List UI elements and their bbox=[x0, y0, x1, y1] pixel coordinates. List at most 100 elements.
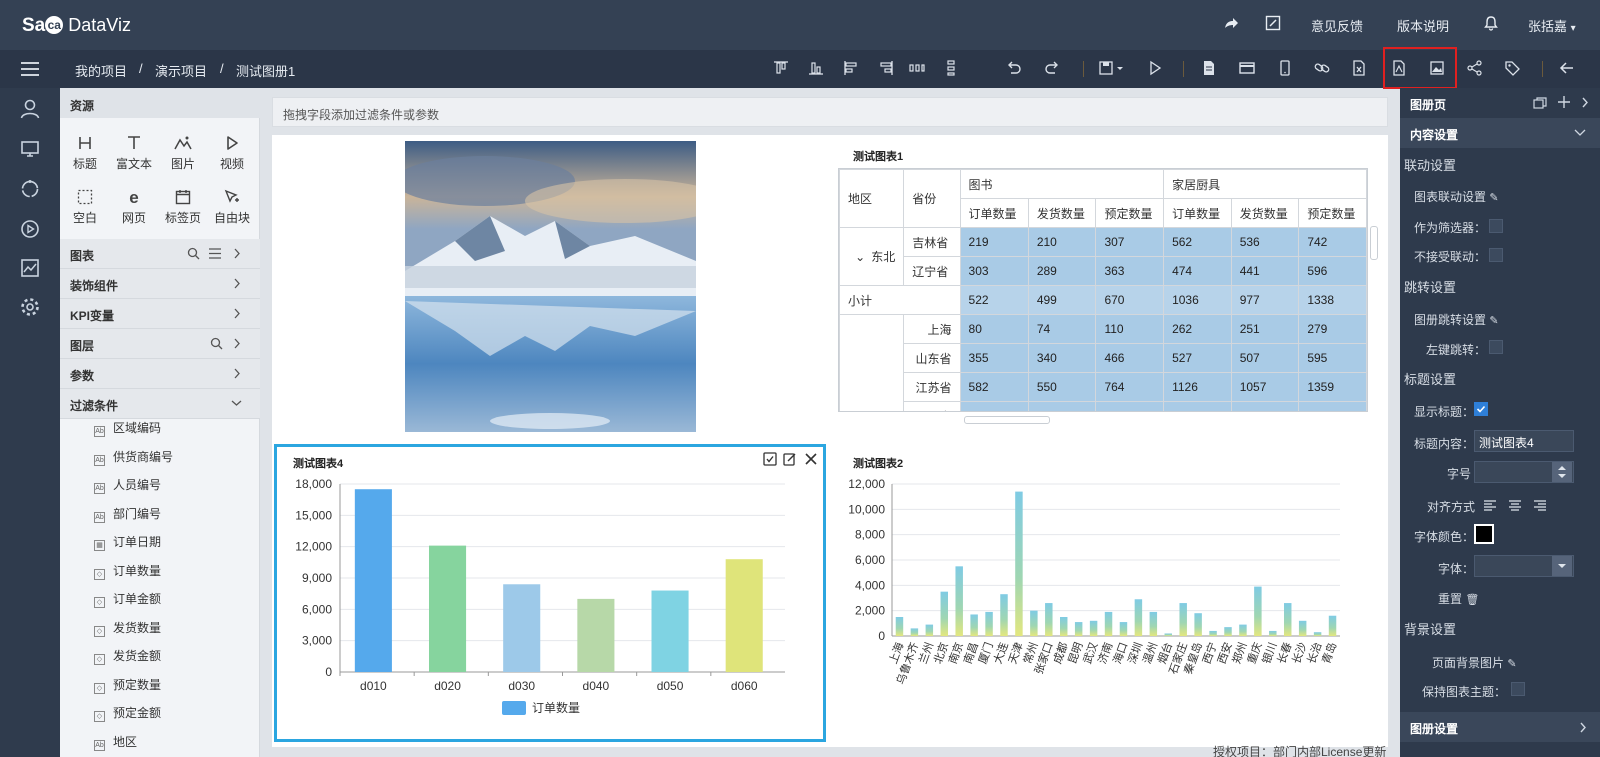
align-top-icon[interactable] bbox=[772, 59, 792, 79]
table-row: 山东省 355 340 466 527 507 595 bbox=[840, 343, 1367, 373]
book-settings-header[interactable]: 图册设置 bbox=[1400, 712, 1600, 742]
checkbox-icon[interactable] bbox=[763, 452, 777, 466]
save-dropdown-icon[interactable] bbox=[1098, 59, 1130, 79]
refresh-cycle-icon[interactable] bbox=[19, 178, 41, 200]
version-notes-link[interactable]: 版本说明 bbox=[1397, 16, 1449, 35]
user-icon[interactable] bbox=[19, 98, 41, 120]
filter-field-item[interactable]: ◇ 发货数量 bbox=[94, 619, 161, 639]
filter-field-item[interactable]: Ab 部门编号 bbox=[94, 505, 161, 525]
book-jump-settings[interactable]: 图册跳转设置 ✎ bbox=[1414, 311, 1499, 328]
search-icon[interactable] bbox=[187, 247, 200, 260]
tool-tab-page[interactable]: 标签页 bbox=[163, 188, 203, 226]
tool-web-page[interactable]: e 网页 bbox=[114, 188, 154, 226]
link-icon[interactable] bbox=[1313, 59, 1333, 79]
tool-image[interactable]: 图片 bbox=[163, 134, 203, 172]
filter-field-item[interactable]: Ab 地区 bbox=[94, 733, 137, 753]
header-group-books: 图书 bbox=[959, 169, 1165, 199]
breadcrumb-project[interactable]: 演示项目 bbox=[155, 61, 207, 80]
title-content-input[interactable]: 测试图表4 bbox=[1474, 430, 1574, 452]
filter-field-item[interactable]: ◇ 订单金额 bbox=[94, 590, 161, 610]
section-filter[interactable]: 过滤条件 bbox=[60, 389, 260, 419]
region-cell-northeast[interactable]: ⌄ 东北 bbox=[839, 227, 905, 286]
share-arrow-icon[interactable] bbox=[1222, 14, 1242, 34]
add-icon[interactable] bbox=[1557, 95, 1571, 109]
bar-chart-4[interactable]: 0 3,000 6,000 9,000 12,000 15,000 18,000 d010 d0… bbox=[290, 478, 810, 738]
back-arrow-icon[interactable] bbox=[1558, 59, 1578, 79]
filter-field-item[interactable]: Ab 区域编码 bbox=[94, 419, 161, 439]
document-icon[interactable] bbox=[1200, 59, 1220, 79]
excel-export-icon[interactable] bbox=[1350, 59, 1370, 79]
show-title-checkbox[interactable] bbox=[1474, 402, 1488, 416]
stepper-icon[interactable] bbox=[1552, 462, 1572, 482]
undo-icon[interactable] bbox=[1005, 59, 1025, 79]
section-layer[interactable]: 图层 bbox=[60, 329, 260, 359]
play-icon[interactable] bbox=[1146, 59, 1166, 79]
as-filter-checkbox[interactable] bbox=[1489, 219, 1503, 233]
distribute-vertical-icon[interactable] bbox=[942, 59, 962, 79]
section-kpi[interactable]: KPI变量 bbox=[60, 299, 260, 329]
no-link-checkbox[interactable] bbox=[1489, 248, 1503, 262]
content-settings-header[interactable]: 内容设置 bbox=[1400, 118, 1600, 148]
play-circle-icon[interactable] bbox=[19, 218, 41, 240]
line-chart-icon[interactable] bbox=[19, 257, 41, 279]
align-left-icon[interactable] bbox=[1483, 498, 1497, 512]
font-color-swatch[interactable] bbox=[1474, 524, 1494, 544]
table-horizontal-scrollbar[interactable] bbox=[964, 416, 1050, 424]
edit-box-icon[interactable] bbox=[1264, 14, 1284, 34]
keep-theme-checkbox[interactable] bbox=[1511, 682, 1525, 696]
filter-field-item[interactable]: ◇ 预定数量 bbox=[94, 676, 161, 696]
filter-drop-zone[interactable]: 拖拽字段添加过滤条件或参数 bbox=[272, 97, 1388, 127]
filter-field-item[interactable]: ▦ 订单日期 bbox=[94, 533, 161, 553]
pivot-table[interactable]: 地区 省份 图书 家居厨具 订单数量 发货数量 预定数量 订单数量 发货数量 预… bbox=[838, 168, 1368, 412]
reset-button[interactable]: 重置 🗑 bbox=[1438, 590, 1479, 607]
section-chart[interactable]: 图表 bbox=[60, 239, 260, 269]
menu-icon[interactable] bbox=[20, 59, 40, 79]
section-parameter[interactable]: 参数 bbox=[60, 359, 260, 389]
filter-field-item[interactable]: ◇ 预定金额 bbox=[94, 704, 161, 724]
card-icon[interactable] bbox=[1238, 59, 1258, 79]
filter-field-item[interactable]: ◇ 发货金额 bbox=[94, 647, 161, 667]
left-click-jump-checkbox[interactable] bbox=[1489, 340, 1503, 354]
chevron-right-icon[interactable] bbox=[1581, 96, 1589, 109]
edit-icon[interactable] bbox=[783, 452, 797, 466]
copy-page-icon[interactable] bbox=[1533, 96, 1547, 110]
chart-link-settings[interactable]: 图表联动设置 ✎ bbox=[1414, 188, 1499, 205]
table-vertical-scrollbar[interactable] bbox=[1370, 226, 1378, 260]
breadcrumb-root[interactable]: 我的项目 bbox=[75, 61, 127, 80]
feedback-link[interactable]: 意见反馈 bbox=[1311, 16, 1363, 35]
breadcrumb-separator: / bbox=[220, 61, 224, 76]
tool-rich-text[interactable]: 富文本 bbox=[114, 134, 154, 172]
tool-video[interactable]: 视频 bbox=[212, 134, 252, 172]
align-bottom-icon[interactable] bbox=[807, 59, 827, 79]
page-background-image[interactable]: 页面背景图片 ✎ bbox=[1432, 654, 1517, 671]
filter-field-item[interactable]: ◇ 订单数量 bbox=[94, 562, 161, 582]
align-right-icon[interactable] bbox=[1533, 498, 1547, 512]
align-left-icon[interactable] bbox=[842, 59, 862, 79]
share-icon[interactable] bbox=[1466, 59, 1486, 79]
distribute-horizontal-icon[interactable] bbox=[908, 59, 928, 79]
landscape-image[interactable] bbox=[405, 141, 696, 432]
filter-field-item[interactable]: Ab 供货商编号 bbox=[94, 448, 173, 468]
tag-icon[interactable] bbox=[1503, 59, 1523, 79]
settings-gear-icon[interactable] bbox=[19, 296, 41, 318]
close-icon[interactable] bbox=[804, 452, 818, 466]
monitor-icon[interactable] bbox=[19, 138, 41, 160]
value-cell: 595 bbox=[1298, 343, 1367, 373]
user-menu[interactable]: 张括嘉 ▾ bbox=[1528, 16, 1576, 35]
mobile-icon[interactable] bbox=[1276, 59, 1296, 79]
chevron-down-icon[interactable] bbox=[1552, 556, 1572, 576]
filter-field-item[interactable]: Ab 人员编号 bbox=[94, 476, 161, 496]
bar-chart-2[interactable]: 02,0004,0006,0008,00010,00012,000上海乌鲁木齐兰… bbox=[844, 478, 1374, 740]
search-icon[interactable] bbox=[210, 337, 223, 350]
redo-icon[interactable] bbox=[1043, 59, 1063, 79]
bell-icon[interactable] bbox=[1482, 14, 1502, 34]
list-icon[interactable] bbox=[208, 247, 222, 260]
align-center-icon[interactable] bbox=[1508, 498, 1522, 512]
tool-free-block[interactable]: 自由块 bbox=[212, 188, 252, 226]
app-logo[interactable]: Sa ca DataViz bbox=[22, 15, 131, 37]
tool-blank[interactable]: 空白 bbox=[65, 188, 105, 226]
region-cell-east[interactable]: ⌄华东 bbox=[839, 314, 905, 411]
tool-heading[interactable]: 标题 bbox=[65, 134, 105, 172]
align-right-icon[interactable] bbox=[877, 59, 897, 79]
section-decoration[interactable]: 装饰组件 bbox=[60, 269, 260, 299]
